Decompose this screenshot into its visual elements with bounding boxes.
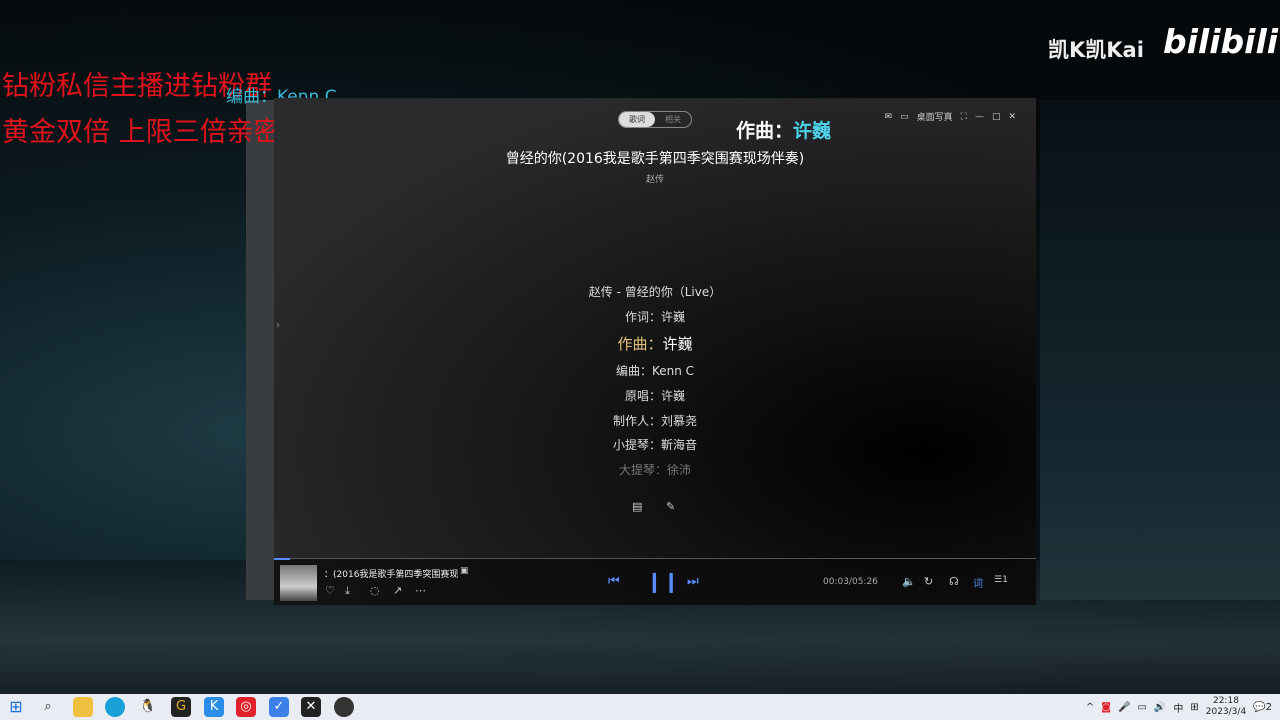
keyboard-icon[interactable]: ⊞ (1190, 702, 1198, 713)
start-icon[interactable]: ⊞ (6, 697, 26, 717)
channel-logo: 凯K凯Kai (1048, 38, 1144, 62)
lyric-line: 赵传 - 曾经的你（Live） (588, 285, 722, 299)
microphone-icon[interactable]: ✎ (666, 500, 675, 513)
app-icon[interactable]: ✕ (301, 697, 321, 717)
lyric-value: 刘慕尧 (661, 414, 698, 428)
more-icon[interactable]: ⋯ (415, 584, 426, 597)
artist-name[interactable]: 赵传 (274, 172, 1036, 185)
feishu-icon[interactable]: ✓ (269, 697, 289, 717)
lyric-value: 许巍 (661, 310, 686, 324)
lyric-value: Kenn C (651, 364, 695, 378)
taskbar: ⊞ ⌕ 🐧 G K ◎ ✓ ✕ ^ ◙ 🎤 ▭ 🔊 中 ⊞ 22:18 2023/… (0, 694, 1280, 720)
floating-lyric-name: 许巍 (793, 120, 832, 142)
download-icon[interactable]: ⤓ (345, 584, 350, 598)
netease-tray-icon[interactable]: ◙ (1101, 702, 1111, 713)
playback-time: 00:03/05:26 (823, 577, 878, 587)
close-icon[interactable]: ✕ (1008, 112, 1016, 122)
song-title: 曾经的你(2016我是歌手第四季突围赛现场伴奏) (505, 151, 805, 167)
desktop-lyrics-button[interactable]: 桌面写真 (917, 110, 953, 123)
like-icon[interactable]: ♡ (325, 584, 335, 597)
search-icon[interactable]: ⌕ (38, 697, 58, 717)
lyric-value: 许巍 (661, 389, 686, 403)
lyrics-button[interactable]: 词 (973, 575, 983, 590)
playback-bar: ：(2016我是歌手第四季突围赛现 ▣ ♡ ⤓ ◌ ↗ ⋯ ⏮ ❙❙ ⏭ 00:… (274, 558, 1036, 605)
lyric-line: 制作人：刘慕尧 (274, 412, 1036, 429)
lyric-label: 作曲： (617, 335, 663, 353)
lyric-value: 许巍 (662, 335, 693, 353)
lyric-value: 靳海音 (661, 438, 698, 452)
previous-icon[interactable]: ⏮ (608, 574, 620, 589)
lyric-line: 大提琴：徐沛 (274, 461, 1036, 478)
next-icon[interactable]: ⏭ (687, 574, 699, 589)
promo-text-2: 黄金双倍 上限三倍亲密度 (2, 117, 308, 148)
volume-icon[interactable]: 🔊 (1154, 702, 1166, 713)
playlist-icon: ☰ (994, 575, 1003, 585)
network-icon[interactable]: ▭ (1137, 702, 1146, 713)
minimize-icon[interactable]: — (975, 112, 984, 122)
edge-icon[interactable] (105, 697, 125, 717)
netease-music-icon[interactable]: ◎ (236, 697, 256, 717)
progress-bar[interactable] (274, 558, 290, 560)
loop-icon[interactable]: ↻ (924, 575, 933, 588)
floating-lyric: 作曲：许巍 (736, 116, 831, 143)
mail-icon[interactable]: ✉ (885, 112, 893, 122)
view-toggle[interactable]: 歌词 相关 (618, 111, 692, 128)
lyric-line: 作词：许巍 (274, 308, 1036, 325)
lyric-label: 大提琴： (618, 463, 667, 477)
kugou-icon[interactable]: K (204, 697, 224, 717)
lyric-label: 编曲： (615, 364, 652, 378)
file-explorer-icon[interactable] (73, 697, 93, 717)
background-buildings (1040, 100, 1280, 600)
microphone-icon[interactable]: 🎤 (1118, 702, 1130, 713)
ime-indicator[interactable]: 中 (1173, 700, 1183, 715)
tab-related[interactable]: 相关 (655, 112, 691, 127)
fullscreen-icon[interactable]: ⛶ (961, 112, 967, 122)
lyric-line-current: 作曲：许巍 (274, 333, 1036, 354)
video-icon[interactable]: ▤ (632, 500, 642, 513)
chevron-up-icon[interactable]: ^ (1086, 702, 1094, 713)
comment-icon[interactable]: ◌ (370, 584, 380, 597)
obs-icon[interactable] (334, 697, 354, 717)
mv-icon[interactable]: ▣ (460, 566, 469, 576)
window-controls: ✉ ▭ 桌面写真 ⛶ — □ ✕ (885, 110, 1016, 124)
music-player-window: 歌词 相关 作曲：许巍 ✉ ▭ 桌面写真 ⛶ — □ ✕ 曾经的你(2016我是… (274, 98, 1036, 605)
lyric-line: 编曲：Kenn C (274, 362, 1036, 379)
headphones-icon[interactable]: ☊ (949, 575, 959, 588)
clock[interactable]: 22:18 2023/3/4 (1206, 696, 1246, 718)
lyric-label: 作词： (624, 310, 661, 324)
lyric-line: 原唱：许巍 (274, 387, 1036, 404)
lyric-label: 原唱： (624, 389, 661, 403)
clock-date: 2023/3/4 (1205, 707, 1247, 717)
now-playing-title[interactable]: ：(2016我是歌手第四季突围赛现 (324, 567, 458, 580)
clock-time: 22:18 (1212, 696, 1239, 706)
share-icon[interactable]: ↗ (393, 584, 402, 597)
system-tray: ^ ◙ 🎤 ▭ 🔊 中 ⊞ 22:18 2023/3/4 💬2 (1086, 694, 1272, 720)
desktop-icon[interactable]: ▭ (900, 112, 909, 122)
bilibili-logo: bilibili (1163, 22, 1279, 61)
app-g-icon[interactable]: G (171, 697, 191, 717)
volume-icon[interactable]: 🔈 (902, 575, 916, 588)
background-window (246, 100, 276, 600)
lyric-value: 徐沛 (667, 463, 692, 477)
lyric-line: 小提琴：靳海音 (274, 436, 1036, 453)
qq-icon[interactable]: 🐧 (138, 697, 158, 717)
floating-lyric-label: 作曲： (736, 120, 794, 142)
notification-count: 2 (1265, 701, 1272, 713)
lyric-label: 小提琴： (612, 438, 661, 452)
playlist-button[interactable]: ☰1 (994, 575, 1008, 585)
pause-icon[interactable]: ❙❙ (646, 569, 680, 593)
notification-icon[interactable]: 💬2 (1253, 702, 1272, 713)
queue-count: 1 (1002, 575, 1008, 585)
lyric-label: 制作人： (612, 414, 661, 428)
tab-lyrics[interactable]: 歌词 (619, 112, 655, 127)
album-cover[interactable] (280, 565, 317, 601)
maximize-icon[interactable]: □ (992, 112, 1001, 122)
